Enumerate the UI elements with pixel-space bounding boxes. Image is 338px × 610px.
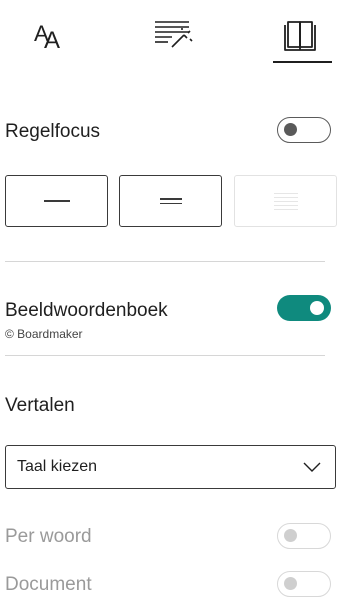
translate-title: Vertalen	[5, 395, 75, 416]
reading-preferences-icon	[284, 21, 316, 51]
document-label: Document	[5, 574, 92, 595]
per-word-label: Per woord	[5, 526, 92, 547]
language-select-value: Taal kiezen	[17, 458, 98, 475]
tab-grammar-options[interactable]	[140, 8, 204, 58]
tab-text-size[interactable]: AA	[18, 8, 74, 58]
tab-reading-preferences[interactable]	[268, 8, 332, 58]
document-toggle[interactable]	[277, 571, 331, 597]
five-lines-icon	[273, 191, 298, 211]
chevron-down-icon	[303, 462, 321, 472]
one-line-icon	[43, 199, 70, 204]
line-focus-title: Regelfocus	[5, 121, 101, 142]
text-size-icon: AA	[34, 21, 61, 54]
line-focus-toggle[interactable]	[277, 117, 331, 143]
line-focus-one-line-button[interactable]	[5, 175, 108, 227]
three-lines-icon	[159, 197, 182, 206]
picture-dictionary-credit: © Boardmaker	[5, 327, 83, 341]
language-select[interactable]: Taal kiezen	[5, 445, 336, 489]
grammar-options-icon	[155, 21, 193, 48]
line-focus-five-lines-button[interactable]	[234, 175, 337, 227]
divider	[5, 261, 325, 262]
picture-dictionary-title: Beeldwoordenboek	[5, 300, 168, 321]
divider	[5, 355, 325, 356]
per-word-toggle[interactable]	[277, 523, 331, 549]
selected-tab-indicator	[273, 61, 332, 63]
picture-dictionary-toggle[interactable]	[277, 295, 331, 321]
line-focus-three-lines-button[interactable]	[119, 175, 222, 227]
